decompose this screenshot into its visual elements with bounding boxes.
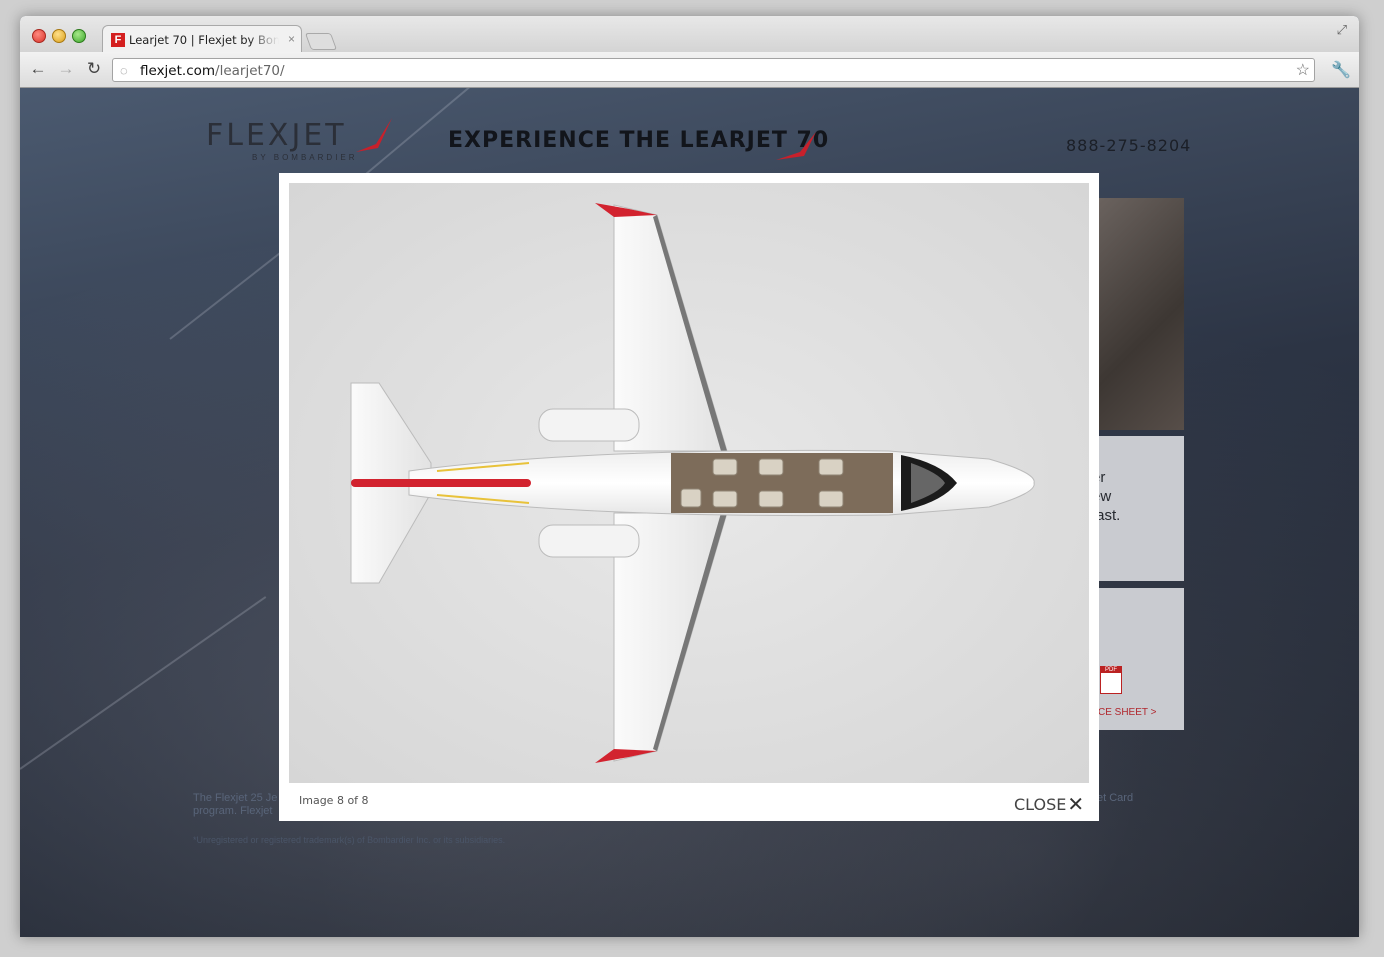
back-arrow-icon[interactable]: ← xyxy=(28,59,48,79)
browser-tab[interactable]: F Learjet 70 | Flexjet by Bombardier × xyxy=(102,25,302,52)
globe-icon: ◌ xyxy=(120,63,128,78)
browser-toolbar: ← → ↻ ◌ flexjet.com/learjet70/ ☆ 🔧 xyxy=(20,52,1359,88)
forward-arrow-icon[interactable]: → xyxy=(56,59,76,79)
reload-icon[interactable]: ↻ xyxy=(84,59,104,79)
url-text: flexjet.com/learjet70/ xyxy=(140,63,285,79)
star-icon[interactable]: ☆ xyxy=(1296,60,1310,80)
new-tab-button[interactable] xyxy=(304,33,338,50)
phone-number[interactable]: 888-275-8204 xyxy=(1066,136,1191,155)
background-streak xyxy=(20,596,267,770)
window-close-button[interactable] xyxy=(32,29,46,43)
image-counter: Image 8 of 8 xyxy=(299,794,369,807)
logo-text: FLEXJET xyxy=(206,118,347,153)
footer-card-link[interactable]: et Card xyxy=(1097,792,1133,804)
headline-swoosh-icon xyxy=(776,132,816,160)
address-bar[interactable]: ◌ flexjet.com/learjet70/ ☆ xyxy=(112,58,1315,82)
aircraft-image xyxy=(350,203,1035,763)
logo-subtext: BY BOMBARDIER xyxy=(252,153,358,162)
lightbox-modal: Image 8 of 8 CLOSE ✕ xyxy=(279,173,1099,821)
page-headline: EXPERIENCE THE LEARJET 70 xyxy=(448,128,830,153)
page-background: FLEXJET BY BOMBARDIER EXPERIENCE THE LEA… xyxy=(20,88,1359,937)
favicon-icon: F xyxy=(111,33,125,47)
browser-window: F Learjet 70 | Flexjet by Bombardier × ⤢… xyxy=(20,16,1359,937)
window-maximize-button[interactable] xyxy=(72,29,86,43)
close-label: CLOSE xyxy=(1014,794,1067,814)
url-host: flexjet.com xyxy=(140,63,216,79)
pdf-icon[interactable]: PDF xyxy=(1100,666,1122,694)
lightbox-image xyxy=(289,183,1089,783)
tab-title: Learjet 70 | Flexjet by Bombardier xyxy=(129,33,279,47)
flexjet-logo[interactable]: FLEXJET BY BOMBARDIER xyxy=(206,118,392,162)
tab-close-icon[interactable]: × xyxy=(288,32,295,46)
wrench-icon[interactable]: 🔧 xyxy=(1331,60,1351,80)
window-minimize-button[interactable] xyxy=(52,29,66,43)
trademark-notice: *Unregistered or registered trademark(s)… xyxy=(193,835,506,845)
title-bar: F Learjet 70 | Flexjet by Bombardier × ⤢ xyxy=(20,16,1359,52)
logo-swoosh-icon xyxy=(356,118,392,152)
fullscreen-icon[interactable]: ⤢ xyxy=(1337,22,1347,38)
cabin-photo[interactable] xyxy=(1092,198,1184,430)
close-icon: ✕ xyxy=(1067,792,1085,816)
url-path: /learjet70/ xyxy=(215,63,285,79)
close-button[interactable]: CLOSE ✕ xyxy=(1014,792,1084,816)
spec-sheet-link[interactable]: CE SHEET > xyxy=(1098,707,1156,718)
